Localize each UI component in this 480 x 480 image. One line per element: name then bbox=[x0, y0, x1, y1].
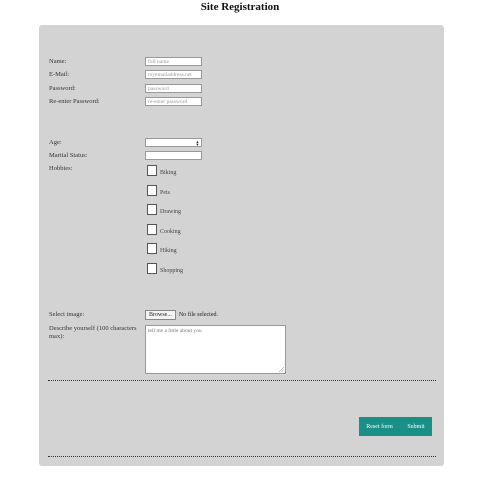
hobby-checkbox[interactable] bbox=[147, 263, 157, 274]
file-status: No file selected. bbox=[178, 312, 218, 318]
email-input[interactable] bbox=[145, 70, 202, 79]
name-label: Name: bbox=[49, 58, 67, 65]
page-title: Site Registration bbox=[200, 1, 280, 13]
hobby-label: Drawing bbox=[160, 209, 181, 215]
hobby-checkbox[interactable] bbox=[147, 204, 157, 215]
describe-textarea[interactable] bbox=[145, 325, 286, 374]
hobby-label: Hiking bbox=[160, 248, 177, 254]
spinner-arrows-icon[interactable]: ▲ ▼ bbox=[195, 140, 200, 147]
registration-panel: Name: E-Mail: Password: Re-enter Passwor… bbox=[39, 25, 444, 466]
submit-button[interactable]: Submit bbox=[400, 417, 432, 436]
hobbies-label: Hobbies: bbox=[49, 165, 73, 172]
repassword-input[interactable] bbox=[145, 97, 202, 106]
password-input[interactable] bbox=[145, 84, 202, 93]
reset-button[interactable]: Reset form bbox=[359, 417, 400, 436]
describe-label: Describe yourself (100 characters max): bbox=[49, 325, 137, 340]
age-spinner[interactable]: ▲ ▼ bbox=[145, 138, 202, 147]
hobby-label: Cooking bbox=[160, 229, 181, 235]
divider-top bbox=[48, 380, 436, 381]
hobby-checkbox[interactable] bbox=[147, 224, 157, 235]
marital-status-input[interactable] bbox=[145, 151, 202, 160]
hobby-checkbox[interactable] bbox=[147, 185, 157, 196]
name-input[interactable] bbox=[145, 57, 202, 66]
marital-status-label: Marital Status: bbox=[49, 152, 88, 159]
hobby-label: Biking bbox=[160, 170, 177, 176]
select-image-label: Select image: bbox=[49, 311, 85, 318]
hobby-label: Pets bbox=[160, 190, 171, 196]
repassword-label: Re-enter Password: bbox=[49, 98, 100, 105]
divider-bottom bbox=[48, 456, 436, 457]
hobby-checkbox[interactable] bbox=[147, 243, 157, 254]
hobby-label: Shopping bbox=[160, 268, 184, 274]
browse-button[interactable]: Browse... bbox=[145, 310, 176, 320]
resize-grip-icon[interactable] bbox=[278, 366, 284, 372]
age-label: Age: bbox=[49, 139, 62, 146]
hobby-checkbox[interactable] bbox=[147, 165, 157, 176]
file-picker[interactable]: Browse... No file selected. bbox=[145, 310, 218, 320]
password-label: Password: bbox=[49, 85, 76, 92]
email-label: E-Mail: bbox=[49, 71, 70, 78]
